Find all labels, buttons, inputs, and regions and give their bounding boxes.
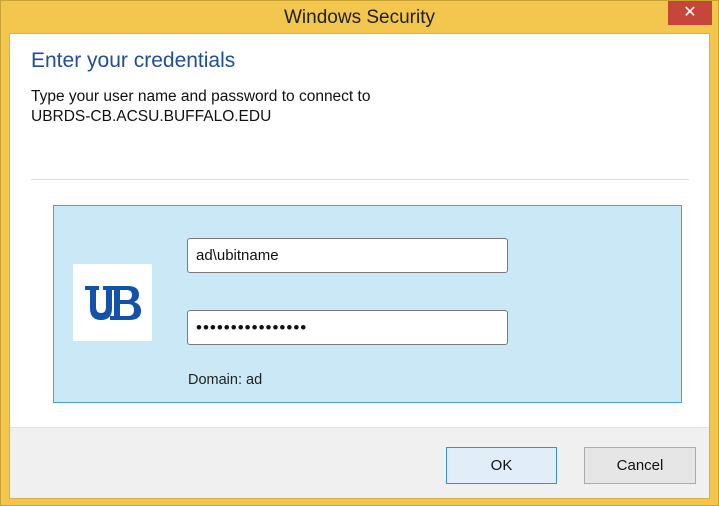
domain-label: Domain: ad <box>188 372 263 388</box>
close-button[interactable]: ✕ <box>668 1 712 25</box>
windows-security-dialog: Windows Security ✕ Enter your credential… <box>0 0 719 506</box>
title-bar[interactable]: Windows Security ✕ <box>1 1 718 33</box>
ok-button[interactable]: OK <box>446 447 557 484</box>
target-host: UBRDS-CB.ACSU.BUFFALO.EDU <box>31 108 272 125</box>
window-title: Windows Security <box>284 7 435 28</box>
dialog-heading: Enter your credentials <box>31 49 236 72</box>
ub-logo-icon <box>73 264 152 341</box>
instruction-text: Type your user name and password to conn… <box>31 88 371 105</box>
dialog-instruction: Type your user name and password to conn… <box>31 87 370 127</box>
close-icon: ✕ <box>683 4 697 21</box>
cancel-button[interactable]: Cancel <box>584 447 696 484</box>
password-field[interactable] <box>187 310 508 345</box>
username-field[interactable] <box>187 238 508 273</box>
separator <box>31 179 689 180</box>
